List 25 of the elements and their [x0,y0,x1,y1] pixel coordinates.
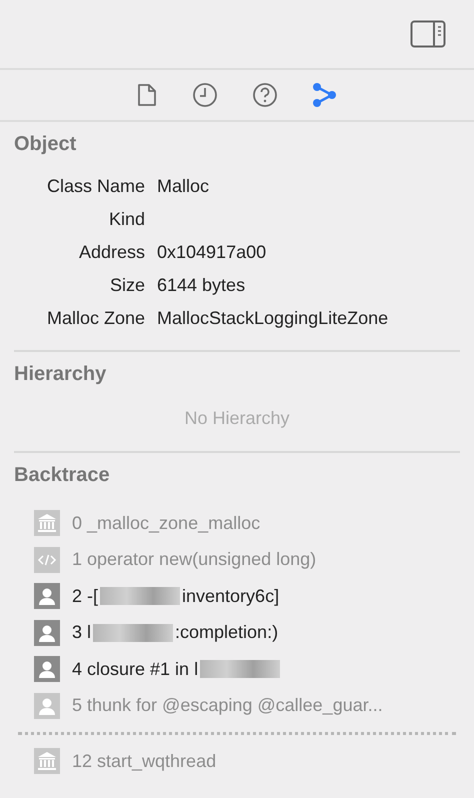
field-label: Malloc Zone [46,307,145,330]
stack-frame[interactable]: 0 _malloc_zone_malloc [72,512,260,534]
sidebar-toggle-icon[interactable] [410,20,446,48]
help-icon[interactable] [252,82,278,108]
stack-frame[interactable]: 3 l :completion:) [72,622,278,644]
field-label: Kind [108,208,145,231]
empty-message: No Hierarchy [184,408,290,428]
field-value: MallocStackLoggingLiteZone [157,307,390,330]
field-value: 0x104917a00 [157,241,268,264]
clock-icon[interactable] [192,82,218,108]
section-title: Hierarchy [14,363,108,386]
section-title: Backtrace [14,464,111,487]
field-label: Class Name [46,175,145,198]
document-icon[interactable] [136,83,158,107]
section-title: Object [14,133,78,156]
stack-frame[interactable]: 5 thunk for @escaping @callee_guar... [72,695,383,716]
field-label: Size [108,274,145,297]
stack-frame[interactable]: 1 operator new(unsigned long) [72,549,316,570]
field-label: Address [78,241,145,264]
stack-frame[interactable]: 2 -[ inventory6c] [72,586,280,607]
field-value: Malloc [157,175,210,198]
stack-frame[interactable]: 4 closure #1 in l [72,658,282,680]
stack-frame[interactable]: 12 start_wqthread [72,750,216,772]
connections-icon[interactable] [312,82,338,108]
field-value: 6144 bytes [157,274,246,297]
